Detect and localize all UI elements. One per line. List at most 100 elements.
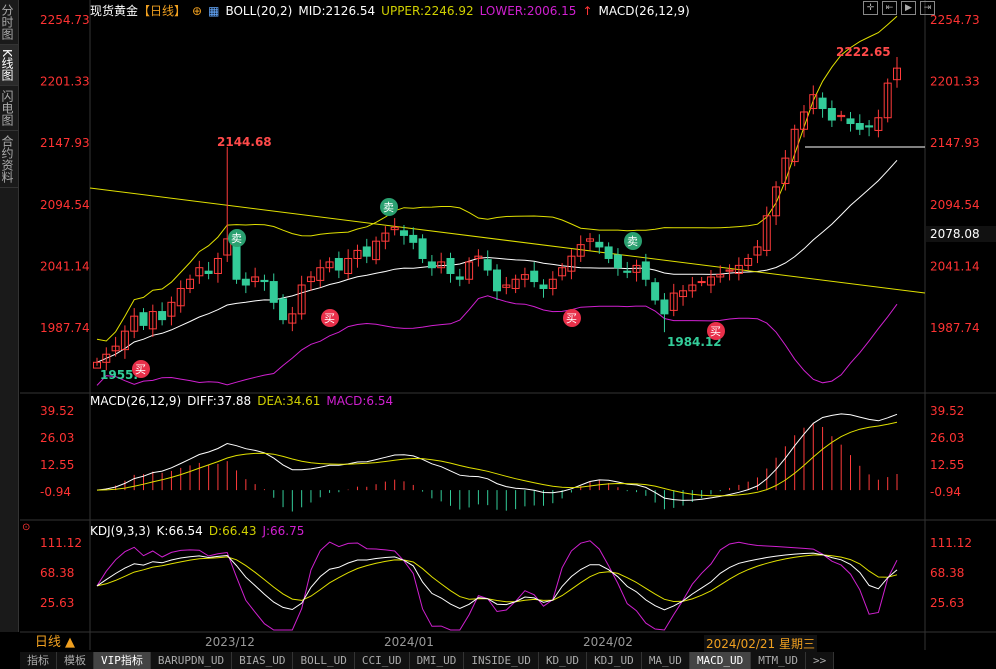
candle-body <box>865 125 874 128</box>
sell-label: 卖 <box>627 235 638 248</box>
price-axis-label: 2254.73 <box>930 13 980 27</box>
kdj-axis-label: 25.63 <box>40 596 74 610</box>
candle-body <box>697 281 706 284</box>
price-axis-label: 2041.14 <box>930 259 980 273</box>
kdj-k-line <box>96 552 898 611</box>
kdj-d-line <box>96 554 898 603</box>
tab-macd_ud[interactable]: MACD_UD <box>689 652 752 669</box>
buy-label: 买 <box>324 312 335 325</box>
sell-label: 卖 <box>231 232 242 245</box>
kdj-header: KDJ(9,3,3) K:66.54 D:66.43 J:66.75 <box>90 524 310 538</box>
tab-boll_ud[interactable]: BOLL_UD <box>293 652 355 669</box>
candle-body <box>604 246 613 259</box>
macd-axis-label: 12.55 <box>930 458 964 472</box>
tab-kdj_ud[interactable]: KDJ_UD <box>587 652 642 669</box>
boll-lower: LOWER:2006.15 <box>479 4 577 18</box>
tab-mtm_ud[interactable]: MTM_UD <box>751 652 807 669</box>
play-icon[interactable]: ▶ <box>901 1 916 15</box>
candle-body <box>530 270 539 283</box>
candle-body <box>418 238 427 259</box>
buy-label: 买 <box>135 363 146 376</box>
candle-body <box>204 270 213 274</box>
tab-bias_ud[interactable]: BIAS_UD <box>232 652 294 669</box>
target-icon[interactable]: ⊙ <box>22 522 30 533</box>
candle-body <box>158 311 167 321</box>
tab-inside_ud[interactable]: INSIDE_UD <box>464 652 539 669</box>
kdj-axis-label: 25.63 <box>930 596 964 610</box>
boll-mid-line <box>96 159 898 363</box>
macd-axis-label: 39.52 <box>930 404 964 418</box>
candle-body <box>409 234 418 243</box>
tab-barupdn_ud[interactable]: BARUPDN_UD <box>151 652 233 669</box>
zoom-in-icon[interactable]: ⇤ <box>882 1 897 15</box>
kdj-j-line <box>96 540 898 631</box>
kdj-d: D:66.43 <box>208 524 257 538</box>
candle-body <box>362 246 371 257</box>
macd-label: MACD(26,12,9) <box>598 4 690 18</box>
candle-body <box>613 254 622 269</box>
date-label: 2023/12 <box>205 635 255 649</box>
candle-body <box>269 281 278 303</box>
macd-axis-label: 39.52 <box>40 404 74 418</box>
kdj-axis-label: 68.38 <box>930 566 964 580</box>
price-axis-label: 2201.33 <box>40 75 90 89</box>
tab->>[interactable]: >> <box>806 652 835 669</box>
period-button[interactable]: 日线 ▲ <box>20 634 90 651</box>
boll-label: BOLL(20,2) <box>225 4 293 18</box>
candle-body <box>539 284 548 289</box>
candle-body <box>446 257 455 274</box>
price-axis-label: 2094.54 <box>40 198 90 212</box>
tab-vip指标[interactable]: VIP指标 <box>94 652 151 669</box>
price-axis-label: 2147.93 <box>930 136 980 150</box>
macd-axis-label: 26.03 <box>930 431 964 445</box>
candle-body <box>846 118 855 125</box>
candle-body <box>660 299 669 315</box>
indicator-tabs: 指标 模板 VIP指标 BARUPDN_UD BIAS_UD BOLL_UD CCI_UD D… <box>20 652 835 669</box>
kdj-axis-label: 111.12 <box>930 536 972 550</box>
macd-header: MACD(26,12,9) DIFF:37.88 DEA:34.61 MACD:6.5… <box>90 394 399 408</box>
candle-body <box>623 270 632 273</box>
tab-dmi_ud[interactable]: DMI_UD <box>410 652 465 669</box>
tab-ma_ud[interactable]: MA_UD <box>642 652 690 669</box>
chart-canvas[interactable]: 2254.73 2254.73 2201.33 2201.33 2147.93 2147.… <box>0 0 996 669</box>
macd-axis-label: 26.03 <box>40 431 74 445</box>
candle-body <box>241 278 250 286</box>
trend-line <box>89 187 926 294</box>
kdj-k: K:66.54 <box>156 524 203 538</box>
macd-name: MACD(26,12,9) <box>90 394 182 408</box>
date-label: 2024/02 <box>583 635 633 649</box>
high-label: 2144.68 <box>217 135 272 149</box>
crosshair-icon[interactable]: ✛ <box>863 1 878 15</box>
tab-cci_ud[interactable]: CCI_UD <box>355 652 410 669</box>
price-axis-label: 1987.74 <box>40 321 90 335</box>
candle-body <box>483 259 492 271</box>
tab-指标[interactable]: 指标 <box>20 652 57 669</box>
candle-body <box>232 241 241 280</box>
macd-value: MACD:6.54 <box>326 394 394 408</box>
kdj-j: J:66.75 <box>262 524 305 538</box>
candle-body <box>493 269 501 292</box>
tab-kd_ud[interactable]: KD_UD <box>539 652 588 669</box>
toolbar: ✛ ⇤ ▶ ⇥ <box>863 1 935 15</box>
macd-axis-label: -0.94 <box>930 485 961 499</box>
macd-diff-line <box>96 413 898 501</box>
settings-icon[interactable]: ⊕ <box>192 4 202 18</box>
price-axis-label: 2041.14 <box>40 259 90 273</box>
boll-mid: MID:2126.54 <box>298 4 376 18</box>
candle-body <box>334 257 343 271</box>
macd-diff: DIFF:37.88 <box>187 394 252 408</box>
candle-body <box>427 261 436 269</box>
kdj-name: KDJ(9,3,3) <box>90 524 151 538</box>
move-end-icon[interactable]: ⇥ <box>920 1 935 15</box>
indicator-icon[interactable]: ▦ <box>208 4 219 18</box>
tab-模板[interactable]: 模板 <box>57 652 94 669</box>
buy-label: 买 <box>566 312 577 325</box>
candle-body <box>818 97 827 110</box>
candle-body <box>827 108 836 121</box>
date-label: 2024/01 <box>384 635 434 649</box>
macd-axis-label: -0.94 <box>40 485 71 499</box>
recent-high-label: 2222.65 <box>836 45 891 59</box>
arrow-up-icon[interactable]: ↑ <box>582 4 592 18</box>
candle-body <box>455 276 464 280</box>
candle-body <box>855 123 864 130</box>
